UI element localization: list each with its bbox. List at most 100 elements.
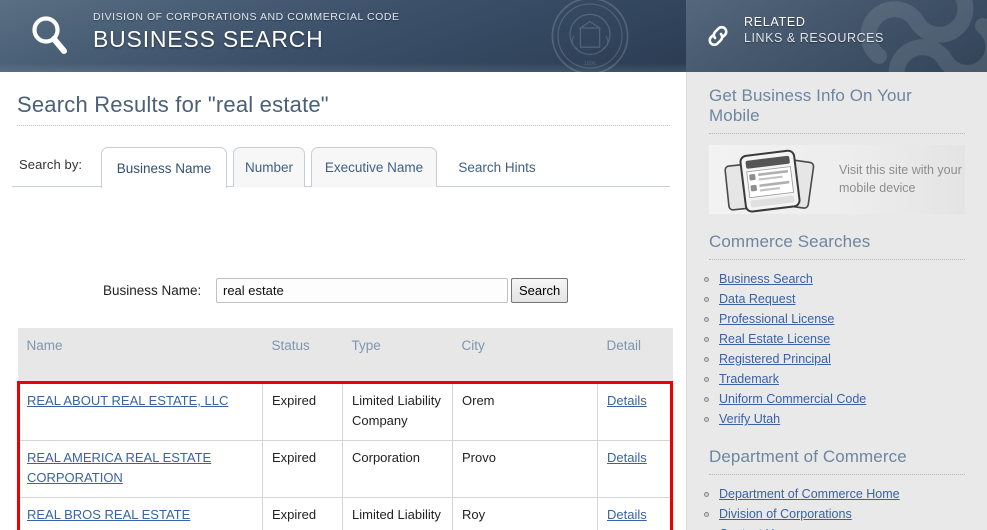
cell-detail: Details (597, 497, 673, 530)
bullet-icon (704, 512, 709, 517)
col-header-city: City (452, 328, 598, 384)
magnifier-icon (32, 16, 67, 54)
cell-type: Limited Liability Company (342, 497, 453, 530)
bullet-icon (704, 337, 709, 342)
business-name-input[interactable] (216, 278, 508, 303)
link-data-request[interactable]: Data Request (719, 292, 795, 306)
link-real-estate-license[interactable]: Real Estate License (719, 332, 830, 346)
svg-text:1896: 1896 (584, 61, 596, 67)
page-title: Search Results for "real estate" (17, 92, 329, 117)
link-business-search[interactable]: Business Search (719, 272, 813, 286)
division-label: DIVISION OF CORPORATIONS AND COMMERCIAL … (93, 11, 400, 23)
bullet-icon (704, 377, 709, 382)
commerce-section: Commerce Searches (687, 214, 987, 260)
col-header-status: Status (262, 328, 343, 384)
business-name-link[interactable]: REAL AMERICA REAL ESTATE CORPORATION (27, 450, 211, 485)
cell-status: Expired (262, 440, 343, 498)
main-content: Search Results for "real estate" Search … (0, 72, 686, 530)
cell-city: Provo (452, 440, 598, 498)
bullet-icon (704, 297, 709, 302)
details-link[interactable]: Details (607, 507, 647, 522)
bullet-icon (704, 317, 709, 322)
table-row: REAL BROS REAL ESTATE PHOTOGRAPHY AND VI… (17, 497, 673, 530)
business-name-link[interactable]: REAL ABOUT REAL ESTATE, LLC (27, 393, 228, 408)
site-header: DIVISION OF CORPORATIONS AND COMMERCIAL … (0, 0, 987, 72)
mobile-heading-divider (709, 133, 965, 134)
link-division-of-corporations[interactable]: Division of Corporations (719, 507, 852, 521)
table-row: REAL ABOUT REAL ESTATE, LLC Expired Limi… (17, 383, 673, 441)
list-item: Professional License (687, 309, 987, 329)
list-item: Data Request (687, 289, 987, 309)
tab-business-name-label: Business Name (116, 160, 212, 176)
mobile-promo-banner[interactable]: Visit this site with your mobile device (709, 145, 965, 214)
search-button[interactable]: Search (511, 278, 569, 303)
bullet-icon (704, 397, 709, 402)
tab-executive-name-label: Executive Name (324, 160, 424, 175)
cell-name: REAL BROS REAL ESTATE PHOTOGRAPHY AND VI… (17, 497, 263, 530)
table-row: REAL AMERICA REAL ESTATE CORPORATION Exp… (17, 440, 673, 498)
tab-search-hints-label: Search Hints (458, 159, 536, 175)
department-heading-divider (709, 474, 965, 475)
related-title-block: RELATED LINKS & RESOURCES (744, 14, 884, 46)
commerce-links-list: Business Search Data Request Professiona… (687, 269, 987, 429)
details-link[interactable]: Details (607, 450, 647, 465)
bullet-icon (704, 277, 709, 282)
business-name-link[interactable]: REAL BROS REAL ESTATE PHOTOGRAPHY AND VI… (27, 507, 202, 530)
cell-name: REAL AMERICA REAL ESTATE CORPORATION (17, 440, 263, 498)
list-item: Division of Corporations (687, 504, 987, 524)
details-link[interactable]: Details (607, 393, 647, 408)
link-uniform-commercial-code[interactable]: Uniform Commercial Code (719, 392, 866, 406)
department-links-list: Department of Commerce Home Division of … (687, 484, 987, 530)
site-title: BUSINESS SEARCH (93, 26, 324, 52)
business-name-label: Business Name: (103, 283, 202, 298)
cell-type: Corporation (342, 440, 453, 498)
cell-city: Roy (452, 497, 598, 530)
list-item: Uniform Commercial Code (687, 389, 987, 409)
link-verify-utah[interactable]: Verify Utah (719, 412, 780, 426)
mobile-promo-text: Visit this site with your mobile device (839, 163, 962, 195)
cell-type: Limited Liability Company (342, 383, 453, 441)
mobile-section: Get Business Info On Your Mobile (687, 72, 987, 134)
cell-status: Expired (262, 383, 343, 441)
col-header-detail: Detail (597, 328, 673, 384)
list-item: Registered Principal (687, 349, 987, 369)
cell-status: Expired (262, 497, 343, 530)
department-section: Department of Commerce (687, 429, 987, 475)
link-professional-license[interactable]: Professional License (719, 312, 834, 326)
mobile-phones-image-icon (724, 149, 815, 213)
list-item: Real Estate License (687, 329, 987, 349)
tab-search-hints[interactable]: Search Hints (443, 149, 551, 185)
page-root: DIVISION OF CORPORATIONS AND COMMERCIAL … (0, 0, 987, 530)
state-seal-watermark-icon: 1896 (551, 0, 629, 72)
department-section-heading: Department of Commerce (709, 447, 907, 466)
header-brand-panel: DIVISION OF CORPORATIONS AND COMMERCIAL … (0, 0, 686, 72)
bullet-icon (704, 492, 709, 497)
link-trademark[interactable]: Trademark (719, 372, 779, 386)
tab-business-name[interactable]: Business Name (101, 147, 227, 188)
tab-executive-name[interactable]: Executive Name (311, 147, 437, 187)
commerce-section-heading: Commerce Searches (709, 232, 871, 251)
related-line-2: LINKS & RESOURCES (744, 31, 884, 45)
list-item: Trademark (687, 369, 987, 389)
search-tabs: Search by: Business Name Number Executiv… (0, 142, 686, 188)
col-header-type: Type (342, 328, 453, 384)
cell-name: REAL ABOUT REAL ESTATE, LLC (17, 383, 263, 441)
link-department-of-commerce-home[interactable]: Department of Commerce Home (719, 487, 900, 501)
commerce-heading-divider (709, 259, 965, 260)
header-related-panel: RELATED LINKS & RESOURCES (686, 0, 987, 72)
title-divider (17, 125, 670, 126)
list-item: Department of Commerce Home (687, 484, 987, 504)
col-header-name: Name (17, 328, 263, 384)
bullet-icon (704, 417, 709, 422)
chain-link-icon (708, 25, 728, 47)
bullet-icon (704, 357, 709, 362)
list-item: Verify Utah (687, 409, 987, 429)
cell-detail: Details (597, 383, 673, 441)
tab-number[interactable]: Number (233, 147, 305, 187)
list-item: Business Search (687, 269, 987, 289)
related-links-sidebar: Get Business Info On Your Mobile Visit t… (686, 72, 987, 530)
tab-number-label: Number (244, 160, 293, 175)
cell-detail: Details (597, 440, 673, 498)
link-registered-principal[interactable]: Registered Principal (719, 352, 831, 366)
related-line-1: RELATED (744, 15, 806, 29)
